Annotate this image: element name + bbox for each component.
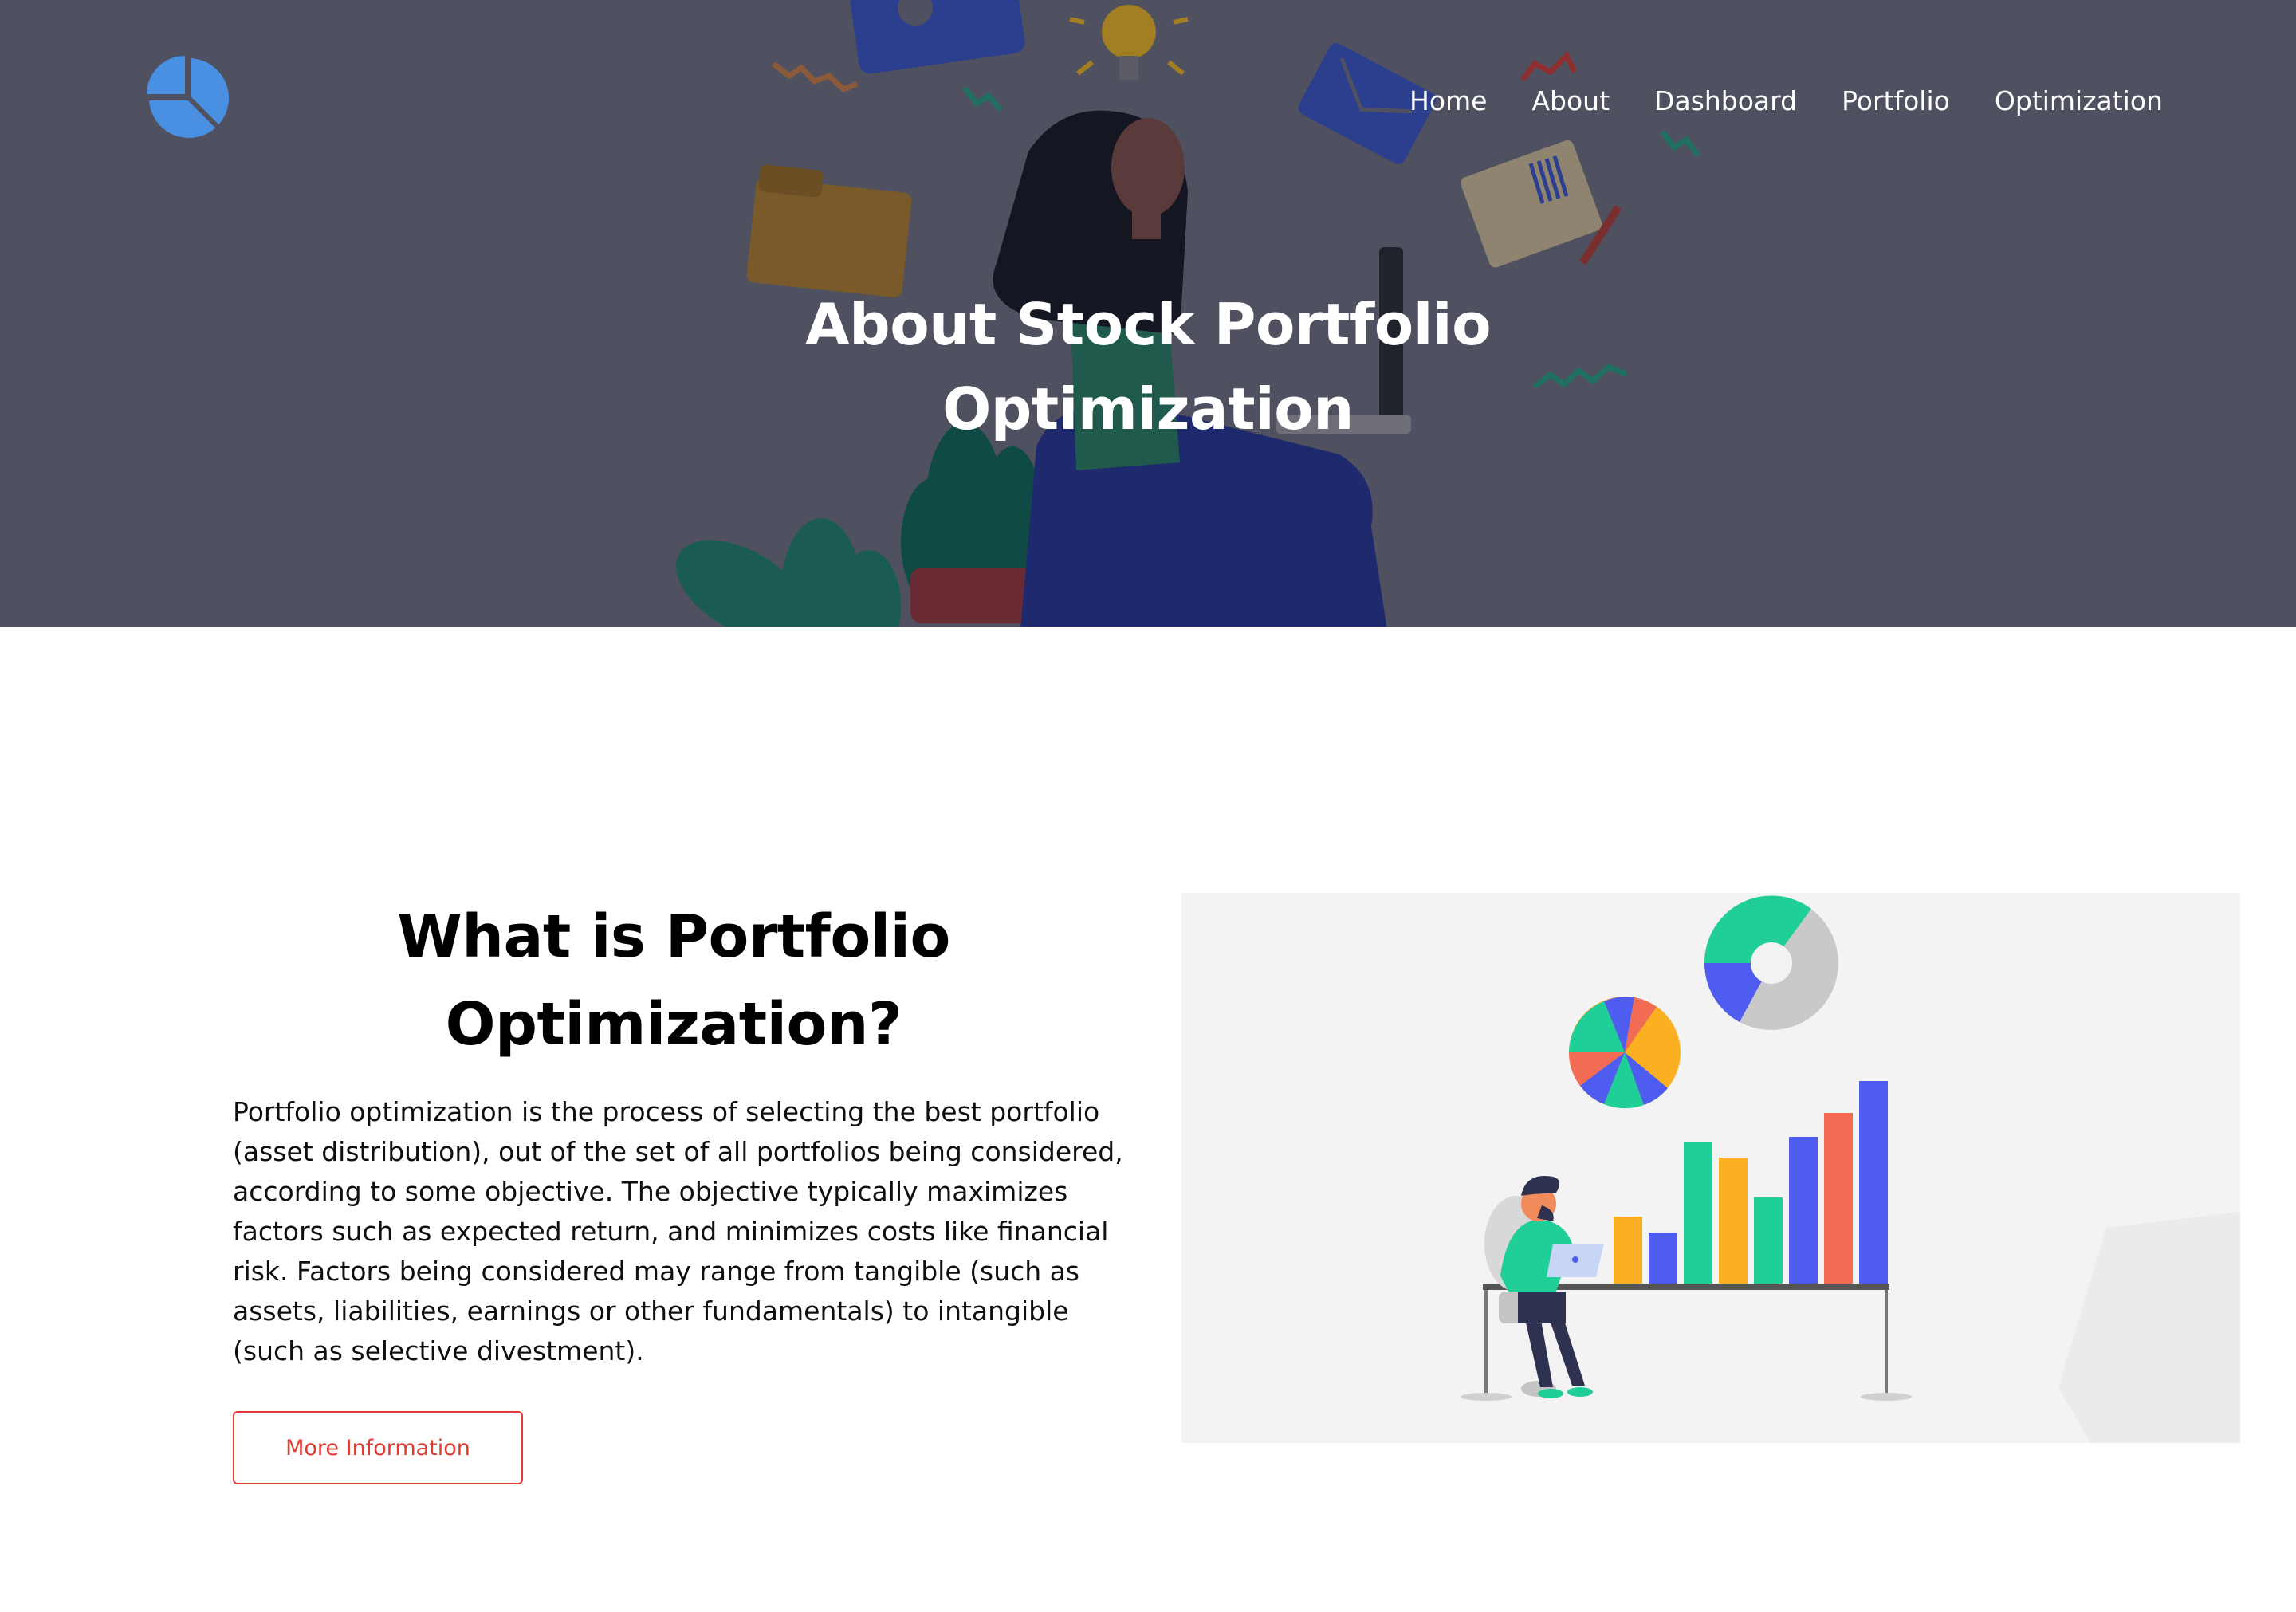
main-nav: Home About Dashboard Portfolio Optimizat… bbox=[1387, 83, 2163, 120]
analytics-illustration bbox=[1181, 893, 2240, 1443]
pie-chart-icon[interactable] bbox=[147, 56, 231, 140]
nav-about-link[interactable]: About bbox=[1509, 83, 1632, 120]
more-information-button[interactable]: More Information bbox=[233, 1411, 523, 1484]
analytics-illustration-graphic bbox=[1461, 895, 2240, 1443]
page-title: About Stock Portfolio Optimization bbox=[804, 291, 1492, 442]
section-heading: What is Portfolio Optimization? bbox=[397, 902, 950, 1059]
nav-home-link[interactable]: Home bbox=[1387, 83, 1509, 120]
nav-optimization-link[interactable]: Optimization bbox=[1972, 83, 2163, 120]
nav-portfolio-link[interactable]: Portfolio bbox=[1819, 83, 1972, 120]
nav-dashboard-link[interactable]: Dashboard bbox=[1632, 83, 1819, 120]
section-description: Portfolio optimization is the process of… bbox=[233, 1096, 1123, 1366]
hero-banner: Home About Dashboard Portfolio Optimizat… bbox=[0, 0, 2296, 627]
